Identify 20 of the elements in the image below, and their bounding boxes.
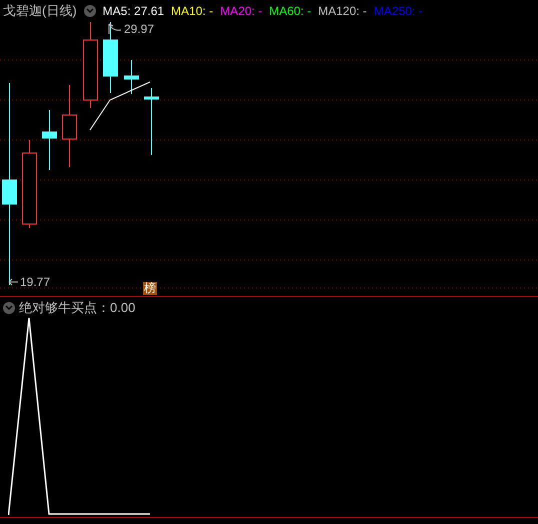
stock-title: 戈碧迦(日线) [3,2,77,20]
ma-legend: MA5: 27.61 [102,2,164,20]
collapse-icon[interactable] [3,302,15,314]
low-price-label: 19.77 [20,274,50,291]
candlestick [103,22,118,94]
rank-badge[interactable]: 榜 [143,282,157,295]
moving-average-line [90,82,150,130]
ma-legend: MA250: - [374,2,422,20]
ma-legend: MA10: - [171,2,214,20]
collapse-icon[interactable] [84,5,96,17]
pointer-icon [108,23,122,35]
candlestick [144,88,159,156]
ma-legend: MA120: - [318,2,367,20]
candlestick [42,110,57,170]
high-price-label: 29.97 [124,21,154,38]
ma-legend: MA60: - [269,2,312,20]
left-arrow-icon [8,277,19,287]
ma-legend: MA20: - [220,2,262,20]
candlestick [124,60,139,94]
indicator-title: 绝对够牛买点：0.00 [19,299,136,317]
